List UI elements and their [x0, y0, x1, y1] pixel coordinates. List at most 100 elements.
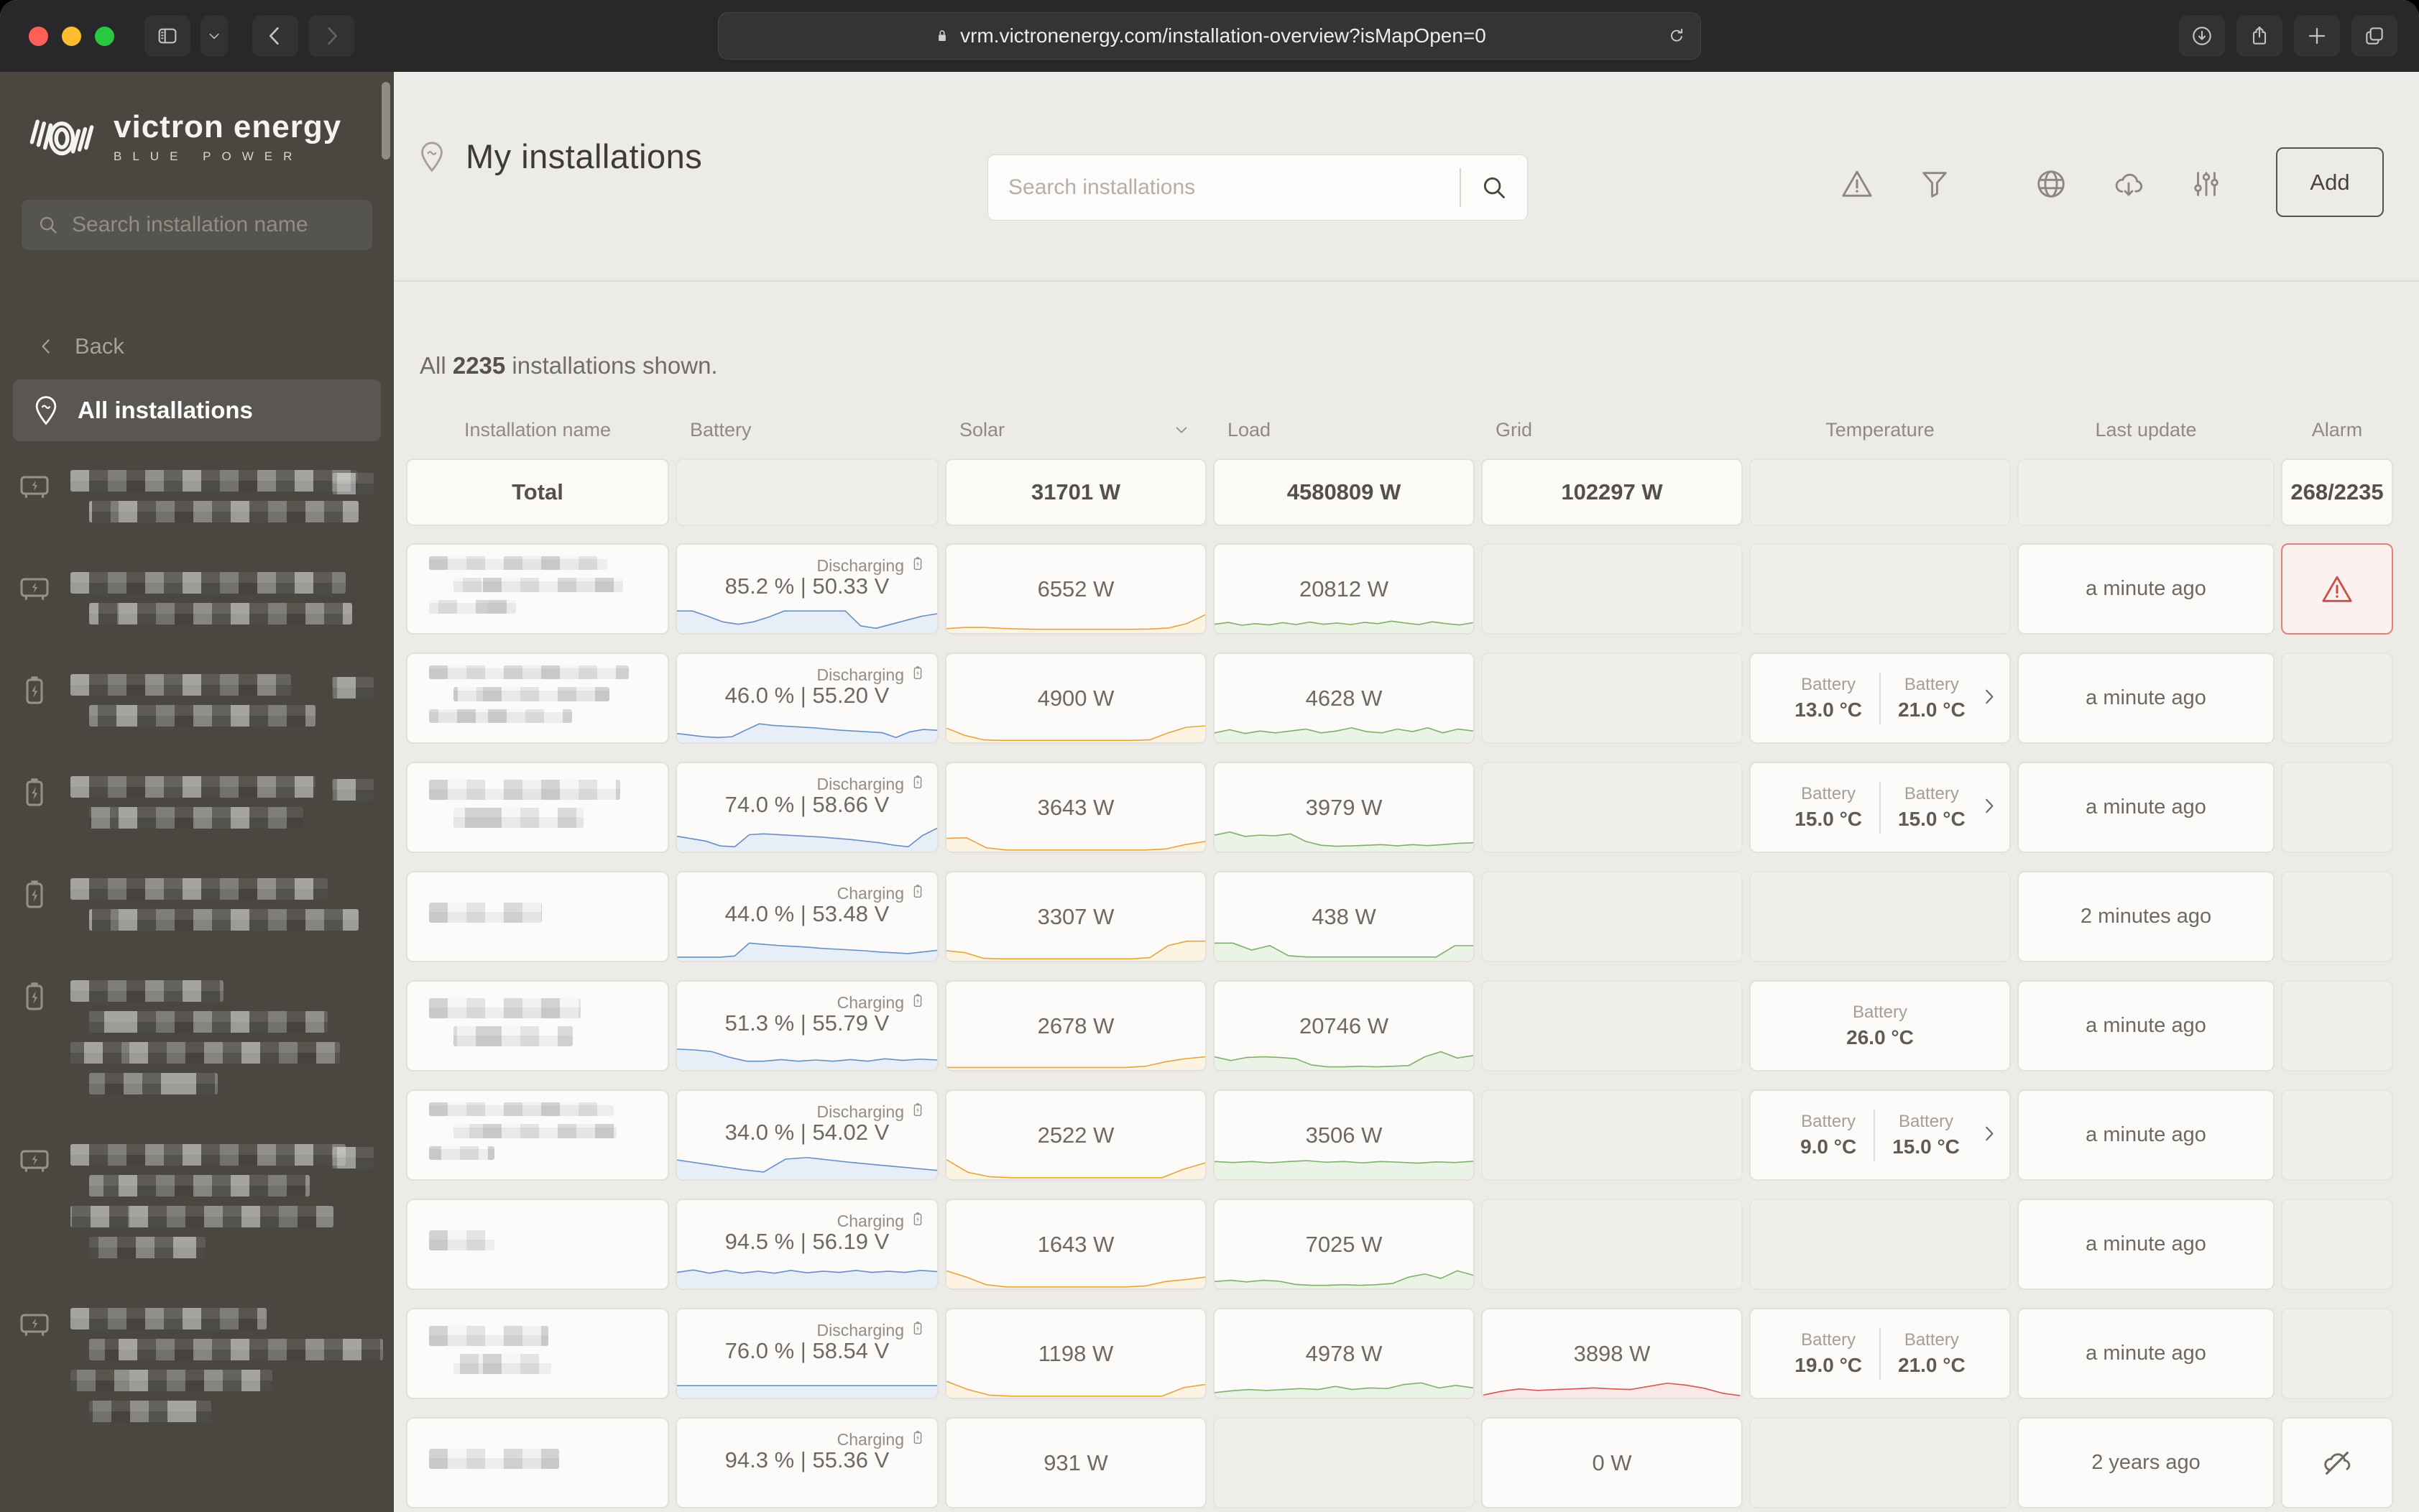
battery-cell[interactable]: Charging 44.0 % | 53.48 V: [676, 871, 939, 962]
sidebar-installation-item[interactable]: [13, 550, 381, 653]
sidebar-back-button[interactable]: Back: [37, 333, 394, 359]
alarm-cell[interactable]: [2281, 1417, 2393, 1508]
column-header-temperature[interactable]: Temperature: [1825, 419, 1935, 441]
zoom-window-button[interactable]: [95, 26, 114, 46]
sidebar-installation-item[interactable]: [13, 653, 381, 755]
last-update-cell[interactable]: 2 years ago: [2017, 1417, 2275, 1508]
last-update-cell[interactable]: a minute ago: [2017, 1308, 2275, 1399]
installation-name-cell[interactable]: [406, 543, 669, 635]
temperature-cell[interactable]: [1749, 871, 2011, 962]
sidebar-installation-item[interactable]: [13, 1286, 383, 1450]
grid-cell[interactable]: 3898 W: [1481, 1308, 1743, 1399]
load-cell[interactable]: 438 W: [1213, 871, 1475, 962]
battery-cell[interactable]: Discharging 74.0 % | 58.66 V: [676, 762, 939, 853]
installation-name-cell[interactable]: [406, 1308, 669, 1399]
column-header-installation-name[interactable]: Installation name: [464, 419, 611, 441]
installation-name-cell[interactable]: [406, 1089, 669, 1181]
sidebar-installation-item[interactable]: [13, 857, 381, 959]
solar-cell[interactable]: 2678 W: [945, 980, 1207, 1071]
solar-cell[interactable]: 931 W: [945, 1417, 1207, 1508]
sidebar-installation-item[interactable]: [13, 1123, 381, 1286]
load-cell[interactable]: 20812 W: [1213, 543, 1475, 635]
globe-icon[interactable]: [2032, 165, 2070, 203]
sidebar-scrollbar[interactable]: [382, 82, 390, 160]
installation-name-cell[interactable]: [406, 653, 669, 744]
temperature-cell[interactable]: Battery 13.0 °C Battery 21.0 °C: [1749, 653, 2011, 744]
column-header-load[interactable]: Load: [1213, 419, 1475, 441]
battery-cell[interactable]: Charging 94.3 % | 55.36 V: [676, 1417, 939, 1508]
reload-icon[interactable]: [1667, 27, 1686, 45]
cloud-download-icon[interactable]: [2110, 165, 2147, 203]
last-update-cell[interactable]: a minute ago: [2017, 543, 2275, 635]
grid-cell[interactable]: [1481, 980, 1743, 1071]
load-cell[interactable]: 4978 W: [1213, 1308, 1475, 1399]
battery-cell[interactable]: Discharging 76.0 % | 58.54 V: [676, 1308, 939, 1399]
installations-search-input[interactable]: [988, 155, 1460, 220]
battery-cell[interactable]: Discharging 34.0 % | 54.02 V: [676, 1089, 939, 1181]
temperature-cell[interactable]: Battery 15.0 °C Battery 15.0 °C: [1749, 762, 2011, 853]
add-installation-button[interactable]: Add: [2276, 147, 2384, 217]
alarm-cell[interactable]: [2281, 1089, 2393, 1181]
column-header-alarm[interactable]: Alarm: [2312, 419, 2363, 441]
last-update-cell[interactable]: a minute ago: [2017, 1089, 2275, 1181]
close-window-button[interactable]: [29, 26, 48, 46]
grid-cell[interactable]: [1481, 762, 1743, 853]
alarm-cell[interactable]: [2281, 543, 2393, 635]
column-settings-icon[interactable]: [2188, 165, 2225, 203]
battery-cell[interactable]: Discharging 85.2 % | 50.33 V: [676, 543, 939, 635]
load-cell[interactable]: 4628 W: [1213, 653, 1475, 744]
sidebar-toggle-button[interactable]: [144, 15, 190, 57]
solar-cell[interactable]: 3643 W: [945, 762, 1207, 853]
load-cell[interactable]: 3506 W: [1213, 1089, 1475, 1181]
alarm-cell[interactable]: [2281, 1308, 2393, 1399]
column-header-last-update[interactable]: Last update: [2095, 419, 2196, 441]
solar-cell[interactable]: 1643 W: [945, 1199, 1207, 1290]
forward-button[interactable]: [308, 15, 354, 57]
column-header-grid[interactable]: Grid: [1481, 419, 1743, 441]
load-cell[interactable]: 7025 W: [1213, 1199, 1475, 1290]
installation-name-cell[interactable]: [406, 762, 669, 853]
share-button[interactable]: [2236, 15, 2282, 57]
installation-name-cell[interactable]: [406, 1417, 669, 1508]
grid-cell[interactable]: [1481, 543, 1743, 635]
installation-name-cell[interactable]: [406, 871, 669, 962]
installation-name-cell[interactable]: [406, 980, 669, 1071]
temperature-cell[interactable]: Battery 26.0 °C: [1749, 980, 2011, 1071]
load-cell[interactable]: [1213, 1417, 1475, 1508]
solar-cell[interactable]: 6552 W: [945, 543, 1207, 635]
last-update-cell[interactable]: a minute ago: [2017, 980, 2275, 1071]
alarm-cell[interactable]: [2281, 762, 2393, 853]
minimize-window-button[interactable]: [62, 26, 81, 46]
solar-cell[interactable]: 1198 W: [945, 1308, 1207, 1399]
load-cell[interactable]: 3979 W: [1213, 762, 1475, 853]
tabs-overview-button[interactable]: [2351, 15, 2397, 57]
back-button[interactable]: [252, 15, 298, 57]
sidebar-installation-item[interactable]: [13, 959, 381, 1123]
column-header-battery[interactable]: Battery: [676, 419, 939, 441]
sidebar-installation-item[interactable]: [13, 448, 381, 550]
downloads-button[interactable]: [2179, 15, 2225, 57]
solar-cell[interactable]: 4900 W: [945, 653, 1207, 744]
grid-cell[interactable]: 0 W: [1481, 1417, 1743, 1508]
solar-cell[interactable]: 2522 W: [945, 1089, 1207, 1181]
column-header-solar[interactable]: Solar: [945, 419, 1207, 441]
temperature-cell[interactable]: Battery 19.0 °C Battery 21.0 °C: [1749, 1308, 2011, 1399]
alarm-cell[interactable]: [2281, 980, 2393, 1071]
grid-cell[interactable]: [1481, 871, 1743, 962]
filter-icon[interactable]: [1916, 165, 1953, 203]
last-update-cell[interactable]: a minute ago: [2017, 653, 2275, 744]
chevron-right-icon[interactable]: [1979, 1124, 1998, 1146]
address-bar[interactable]: vrm.victronenergy.com/installation-overv…: [718, 12, 1701, 60]
solar-cell[interactable]: 3307 W: [945, 871, 1207, 962]
alarm-cell[interactable]: [2281, 653, 2393, 744]
new-tab-button[interactable]: [2294, 15, 2340, 57]
installation-name-cell[interactable]: [406, 1199, 669, 1290]
chevron-right-icon[interactable]: [1979, 796, 1998, 819]
sidebar-installation-item[interactable]: [13, 755, 381, 857]
load-cell[interactable]: 20746 W: [1213, 980, 1475, 1071]
battery-cell[interactable]: Charging 94.5 % | 56.19 V: [676, 1199, 939, 1290]
battery-cell[interactable]: Charging 51.3 % | 55.79 V: [676, 980, 939, 1071]
temperature-cell[interactable]: [1749, 1417, 2011, 1508]
grid-cell[interactable]: [1481, 1199, 1743, 1290]
chevron-right-icon[interactable]: [1979, 687, 1998, 709]
